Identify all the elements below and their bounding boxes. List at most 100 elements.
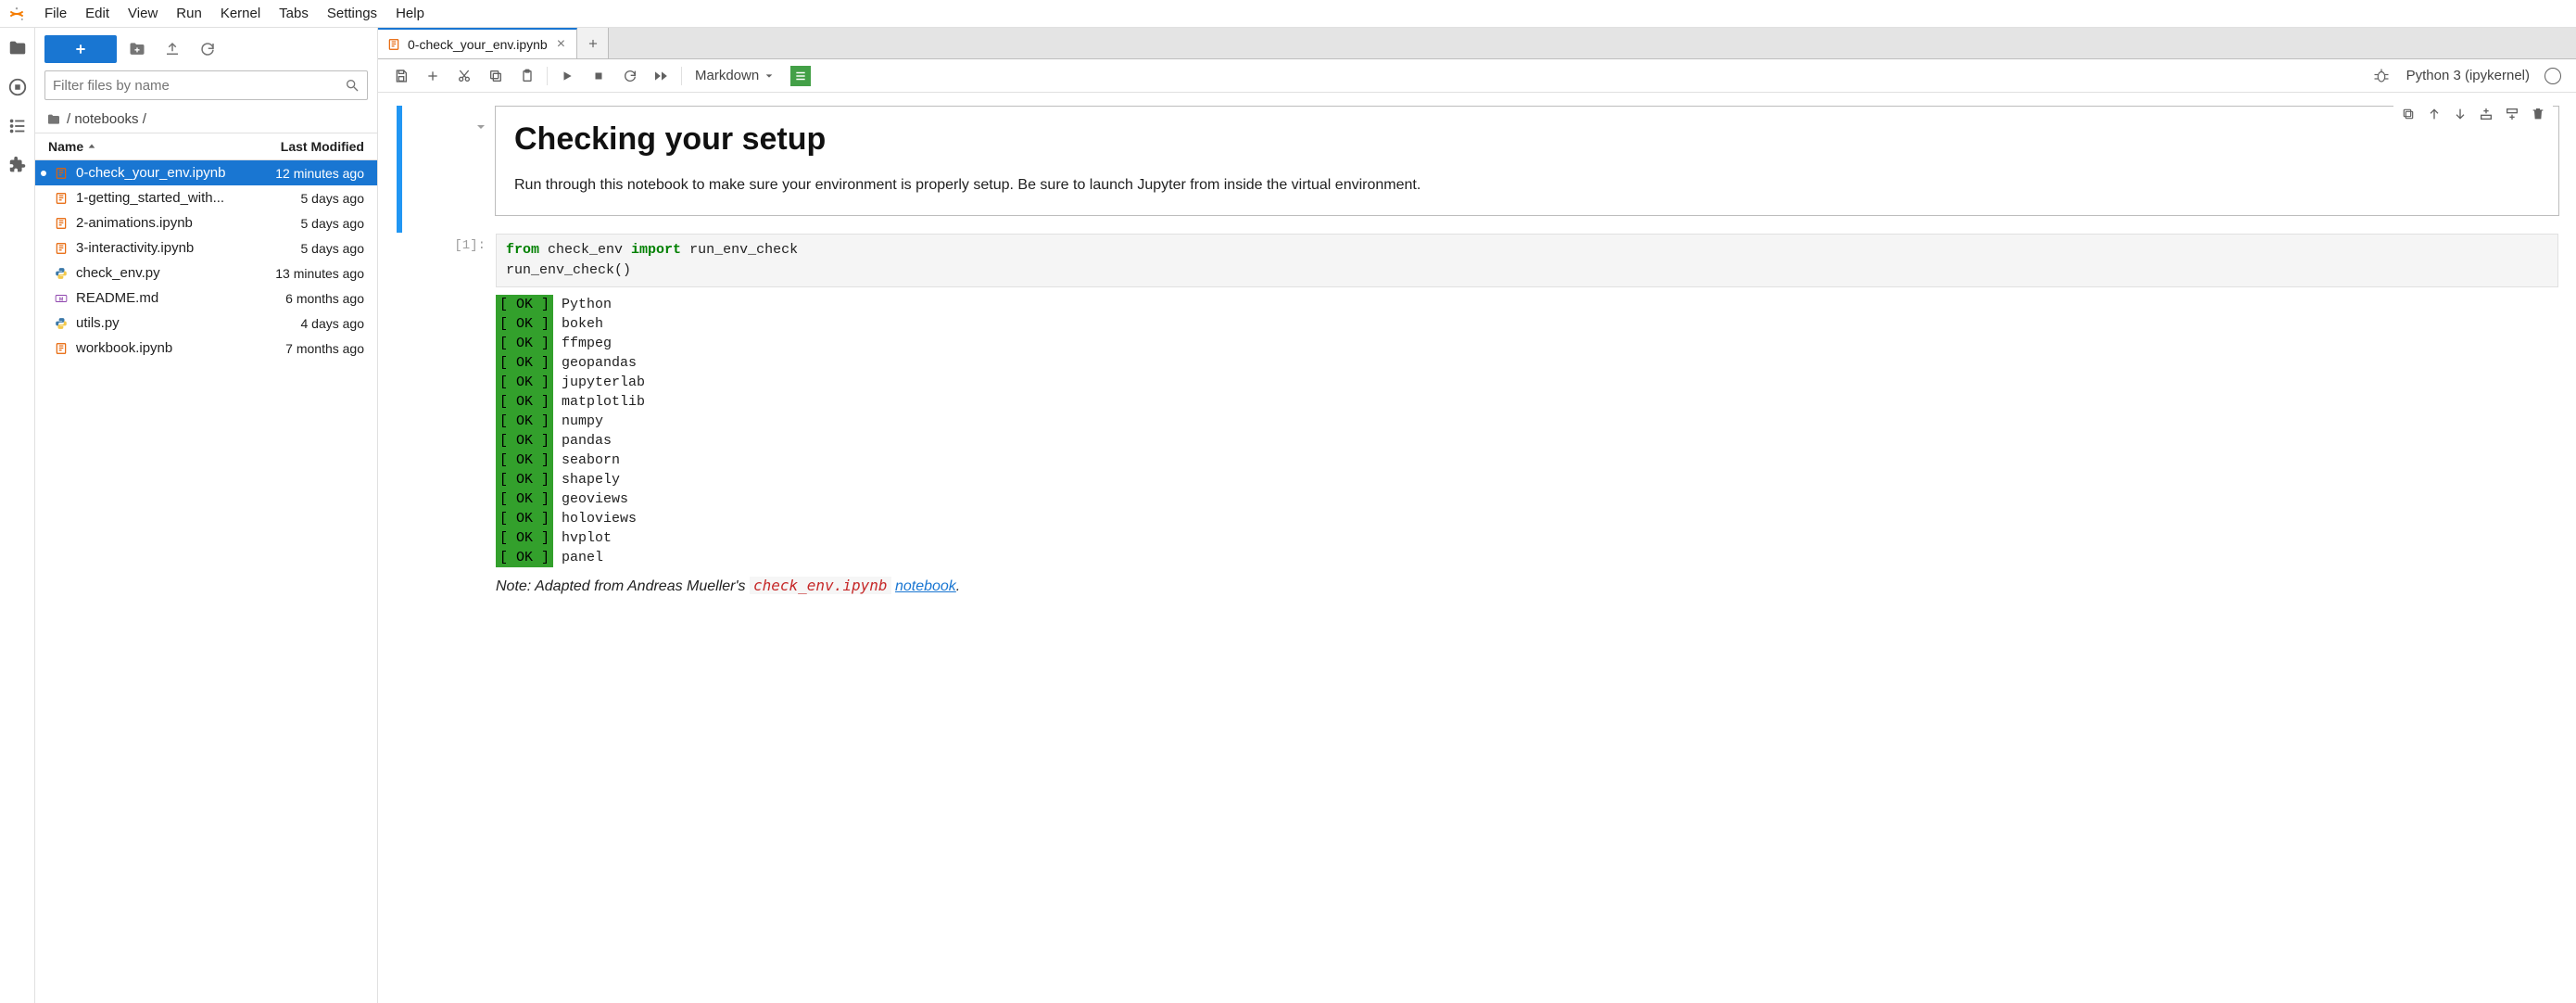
- cell-select-bar[interactable]: [397, 106, 402, 233]
- tab-title: 0-check_your_env.ipynb: [408, 37, 548, 52]
- code-input[interactable]: from check_env import run_env_check run_…: [496, 234, 2558, 287]
- menu-edit[interactable]: Edit: [76, 3, 119, 24]
- add-tab-button[interactable]: [577, 28, 609, 58]
- output-row: [ OK ] geopandas: [496, 353, 2558, 373]
- file-modified: 12 minutes ago: [275, 166, 364, 181]
- column-name-header[interactable]: Name: [48, 139, 281, 154]
- ok-badge: [ OK ]: [496, 509, 553, 528]
- file-browser-toolbar: [35, 28, 377, 70]
- running-icon[interactable]: [6, 76, 29, 98]
- delete-icon[interactable]: [2527, 103, 2549, 125]
- ok-badge: [ OK ]: [496, 295, 553, 314]
- file-modified: 5 days ago: [301, 216, 365, 231]
- file-row[interactable]: 3-interactivity.ipynb5 days ago: [35, 235, 377, 260]
- ok-badge: [ OK ]: [496, 489, 553, 509]
- file-row[interactable]: 0-check_your_env.ipynb 12 minutes ago: [35, 160, 377, 185]
- upload-icon[interactable]: [158, 35, 187, 63]
- insert-above-icon[interactable]: [2475, 103, 2497, 125]
- run-icon[interactable]: [553, 63, 581, 89]
- file-row[interactable]: 1-getting_started_with...5 days ago: [35, 185, 377, 210]
- notebook-icon: [54, 216, 69, 231]
- menu-file[interactable]: File: [35, 3, 76, 24]
- ok-badge: [ OK ]: [496, 392, 553, 412]
- notebook-link[interactable]: notebook: [895, 578, 956, 594]
- file-name: 2-animations.ipynb: [76, 215, 294, 231]
- kernel-status-idle-icon[interactable]: [2544, 68, 2561, 84]
- ok-badge: [ OK ]: [496, 431, 553, 451]
- file-row[interactable]: check_env.py13 minutes ago: [35, 260, 377, 286]
- file-modified: 6 months ago: [285, 291, 364, 306]
- cell-prompt: [1]:: [443, 233, 495, 596]
- paste-icon[interactable]: [513, 63, 541, 89]
- output-row: [ OK ] holoviews: [496, 509, 2558, 528]
- notebook-icon: [54, 341, 69, 356]
- cell-type-label: Markdown: [695, 68, 759, 83]
- markdown-icon: M: [54, 291, 69, 306]
- menu-settings[interactable]: Settings: [318, 3, 386, 24]
- file-name: 0-check_your_env.ipynb: [76, 165, 268, 181]
- file-list-header: Name Last Modified: [35, 133, 377, 160]
- file-name: check_env.py: [76, 265, 268, 281]
- move-down-icon[interactable]: [2449, 103, 2471, 125]
- menu-kernel[interactable]: Kernel: [211, 3, 270, 24]
- output-row: [ OK ] hvplot: [496, 528, 2558, 548]
- refresh-icon[interactable]: [193, 35, 222, 63]
- notebook-icon: [54, 191, 69, 206]
- tab-notebook[interactable]: 0-check_your_env.ipynb ×: [378, 28, 577, 58]
- restart-run-all-icon[interactable]: [648, 63, 676, 89]
- python-icon: [54, 266, 69, 281]
- cell-toolbar: [2393, 101, 2553, 127]
- chevron-down-icon: [764, 71, 774, 81]
- output-row: [ OK ] geoviews: [496, 489, 2558, 509]
- note-line: Note: Adapted from Andreas Mueller's che…: [496, 567, 2558, 595]
- file-row[interactable]: 2-animations.ipynb 5 days ago: [35, 210, 377, 235]
- menu-tabs[interactable]: Tabs: [270, 3, 318, 24]
- menu-run[interactable]: Run: [167, 3, 211, 24]
- interrupt-icon[interactable]: [585, 63, 612, 89]
- menu-view[interactable]: View: [119, 3, 167, 24]
- save-icon[interactable]: [387, 63, 415, 89]
- insert-below-icon[interactable]: [2501, 103, 2523, 125]
- cell-type-select[interactable]: Markdown: [688, 68, 781, 83]
- activity-bar: [0, 28, 35, 1003]
- debug-icon[interactable]: [2368, 63, 2395, 89]
- insert-cell-icon[interactable]: [419, 63, 447, 89]
- python-icon: [54, 316, 69, 331]
- file-row[interactable]: utils.py4 days ago: [35, 311, 377, 336]
- svg-text:M: M: [59, 297, 64, 302]
- tab-bar: 0-check_your_env.ipynb ×: [378, 28, 2576, 59]
- copy-icon[interactable]: [482, 63, 510, 89]
- markdown-cell[interactable]: Checking your setup Run through this not…: [378, 106, 2576, 233]
- output-row: [ OK ] bokeh: [496, 314, 2558, 334]
- menu-help[interactable]: Help: [386, 3, 434, 24]
- output-row: [ OK ] jupyterlab: [496, 373, 2558, 392]
- cut-icon[interactable]: [450, 63, 478, 89]
- breadcrumb[interactable]: / notebooks /: [35, 106, 377, 133]
- file-row[interactable]: MREADME.md6 months ago: [35, 286, 377, 311]
- restart-icon[interactable]: [616, 63, 644, 89]
- new-folder-icon[interactable]: [122, 35, 152, 63]
- dirty-indicator-icon: [41, 171, 46, 176]
- code-cell[interactable]: [1]: from check_env import run_env_check…: [378, 233, 2576, 613]
- notebook-icon: [387, 38, 400, 51]
- render-md-icon[interactable]: [790, 66, 811, 86]
- ok-badge: [ OK ]: [496, 451, 553, 470]
- kernel-name[interactable]: Python 3 (ipykernel): [2399, 68, 2537, 83]
- file-name: 1-getting_started_with...: [76, 190, 294, 206]
- folder-icon[interactable]: [6, 37, 29, 59]
- filter-files-input[interactable]: [53, 78, 345, 94]
- extensions-icon[interactable]: [6, 154, 29, 176]
- move-up-icon[interactable]: [2423, 103, 2445, 125]
- collapse-heading-icon[interactable]: [475, 121, 486, 133]
- toc-icon[interactable]: [6, 115, 29, 137]
- notebook-area: 0-check_your_env.ipynb × Markdown: [378, 28, 2576, 1003]
- file-row[interactable]: workbook.ipynb7 months ago: [35, 336, 377, 361]
- notebook-icon: [54, 241, 69, 256]
- column-modified-header[interactable]: Last Modified: [281, 139, 364, 154]
- new-launcher-button[interactable]: [44, 35, 117, 63]
- close-icon[interactable]: ×: [555, 36, 567, 53]
- notebook-icon: [54, 166, 69, 181]
- file-name: utils.py: [76, 315, 294, 331]
- output-row: [ OK ] numpy: [496, 412, 2558, 431]
- duplicate-icon[interactable]: [2397, 103, 2419, 125]
